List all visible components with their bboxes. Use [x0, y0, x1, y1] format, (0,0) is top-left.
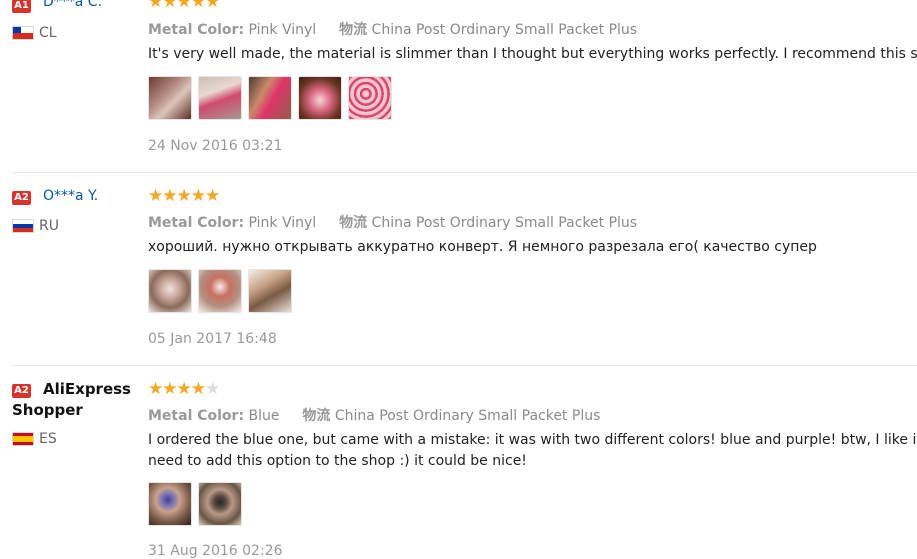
review-date: 31 Aug 2016 02:26 — [148, 543, 283, 559]
review-photos — [148, 482, 242, 526]
flag-russia-icon — [12, 219, 34, 233]
review-item: A2 AliExpress Shopper ES ★★★★★ Metal Col… — [0, 366, 917, 559]
review-text: I ordered the blue one, but came with a … — [148, 430, 917, 472]
review-text: It's very well made, the material is sli… — [148, 46, 917, 62]
order-attributes: Metal Color: Pink Vinyl 物流 China Post Or… — [148, 19, 637, 39]
review-photo-thumbnail[interactable] — [248, 269, 292, 313]
review-photo-thumbnail[interactable] — [198, 482, 242, 526]
reviewer-name-line2: Shopper — [12, 401, 83, 419]
shipping-key: 物流 — [339, 215, 368, 231]
shipping-value: China Post Ordinary Small Packet Plus — [334, 408, 601, 424]
buyer-level-badge: A1 — [12, 0, 31, 13]
star-rating: ★★★★★ — [148, 0, 220, 12]
reviewer-name: AliExpress Shopper — [12, 379, 131, 421]
shipping-value: China Post Ordinary Small Packet Plus — [371, 22, 638, 38]
reviewer-name-line1: AliExpress — [43, 380, 131, 398]
review-text-line2: need to add this option to the shop :) i… — [148, 453, 527, 469]
metal-color-value: Pink Vinyl — [248, 215, 317, 231]
review-text: хороший. нужно открывать аккуратно конве… — [148, 239, 817, 255]
reviewer-country: RU — [39, 218, 59, 234]
shipping-value: China Post Ordinary Small Packet Plus — [371, 215, 638, 231]
flag-chile-icon — [12, 26, 34, 40]
review-date: 05 Jan 2017 16:48 — [148, 331, 277, 347]
review-photo-thumbnail[interactable] — [298, 76, 342, 120]
reviewer-country: CL — [39, 25, 57, 41]
metal-color-value: Pink Vinyl — [248, 22, 317, 38]
review-photo-thumbnail[interactable] — [148, 269, 192, 313]
review-photo-thumbnail[interactable] — [348, 76, 392, 120]
review-item: A1 D***a C. CL ★★★★★ Metal Color: Pink V… — [0, 0, 917, 172]
review-photos — [148, 76, 392, 120]
order-attributes: Metal Color: Blue 物流 China Post Ordinary… — [148, 405, 600, 425]
review-item: A2 O***a Y. RU ★★★★★ Metal Color: Pink V… — [0, 173, 917, 365]
review-photo-thumbnail[interactable] — [148, 76, 192, 120]
order-attributes: Metal Color: Pink Vinyl 物流 China Post Or… — [148, 212, 637, 232]
metal-color-key: Metal Color: — [148, 408, 245, 424]
metal-color-value: Blue — [248, 408, 280, 424]
review-photo-thumbnail[interactable] — [148, 482, 192, 526]
review-photo-thumbnail[interactable] — [248, 76, 292, 120]
flag-spain-icon — [12, 432, 34, 446]
review-text-line1: I ordered the blue one, but came with a … — [148, 432, 917, 448]
shipping-key: 物流 — [339, 22, 368, 38]
shipping-key: 物流 — [302, 408, 331, 424]
buyer-level-badge: A2 — [12, 384, 31, 398]
reviewer-name[interactable]: D***a C. — [43, 0, 102, 10]
metal-color-key: Metal Color: — [148, 22, 245, 38]
star-rating: ★★★★★ — [148, 186, 220, 206]
reviewer-country: ES — [39, 431, 57, 447]
review-photo-thumbnail[interactable] — [198, 269, 242, 313]
review-photo-thumbnail[interactable] — [198, 76, 242, 120]
buyer-level-badge: A2 — [12, 191, 31, 205]
review-date: 24 Nov 2016 03:21 — [148, 138, 283, 154]
review-photos — [148, 269, 292, 313]
metal-color-key: Metal Color: — [148, 215, 245, 231]
star-rating: ★★★★★ — [148, 379, 220, 399]
reviewer-name[interactable]: O***a Y. — [43, 188, 98, 204]
